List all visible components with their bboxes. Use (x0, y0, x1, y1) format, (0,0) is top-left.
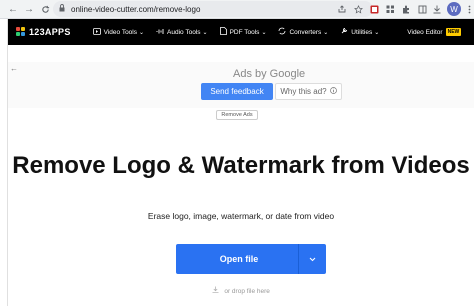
nav-audio-tools[interactable]: Audio Tools ⌄ (156, 28, 208, 37)
reload-icon[interactable] (38, 2, 52, 16)
app-navbar: 123APPS Video Tools ⌄ Audio Tools ⌄ PDF … (8, 19, 474, 45)
send-feedback-button[interactable]: Send feedback (201, 83, 273, 100)
nav-audio-tools-label: Audio Tools (167, 28, 201, 36)
app-logo-icon (16, 27, 26, 37)
back-icon[interactable]: ← (6, 2, 20, 16)
extension-grid-icon[interactable] (384, 3, 396, 15)
profile-avatar[interactable]: W (447, 2, 461, 16)
new-badge: NEW (445, 28, 462, 36)
nav-video-editor-label: Video Editor (407, 28, 443, 36)
bookmark-star-icon[interactable] (352, 3, 364, 15)
extension-red-icon[interactable] (368, 3, 380, 15)
chevron-down-icon: ⌄ (139, 29, 145, 36)
drop-hint-text: or drop file here (224, 288, 270, 295)
ads-by-google: Ads by Google (233, 68, 306, 80)
pdf-icon (219, 27, 227, 37)
nav-video-tools[interactable]: Video Tools ⌄ (92, 27, 145, 37)
url-text: online-video-cutter.com/remove-logo (71, 4, 201, 14)
nav-video-editor[interactable]: Video Editor NEW (407, 28, 462, 36)
download-icon[interactable] (431, 3, 443, 15)
forward-icon[interactable]: → (22, 2, 36, 16)
browser-toolbar: ← → online-video-cutter.com/remove-logo … (0, 0, 474, 19)
nav-utilities-label: Utilities (351, 28, 373, 36)
converters-icon (278, 27, 286, 37)
nav-converters-label: Converters (289, 28, 322, 36)
open-file-label: Open file (219, 254, 259, 264)
audio-icon (156, 28, 164, 37)
nav-pdf-tools-label: PDF Tools (229, 28, 260, 36)
info-icon (329, 87, 337, 96)
open-file-dropdown-icon[interactable] (299, 255, 326, 264)
nav-video-tools-label: Video Tools (103, 28, 137, 36)
window-left-edge (0, 19, 8, 306)
nav-converters[interactable]: Converters ⌄ (278, 27, 328, 37)
why-this-ad-label: Why this ad? (280, 87, 327, 96)
app-logo[interactable]: 123APPS (16, 27, 71, 37)
reading-list-icon[interactable] (416, 3, 428, 15)
nav-pdf-tools[interactable]: PDF Tools ⌄ (219, 27, 267, 37)
lock-icon (59, 4, 67, 14)
video-icon (92, 27, 101, 37)
extensions-puzzle-icon[interactable] (400, 3, 412, 15)
page-subtitle: Erase logo, image, watermark, or date fr… (147, 211, 335, 221)
more-menu-icon[interactable] (463, 3, 474, 15)
app-logo-text: 123APPS (29, 27, 71, 37)
chevron-down-icon: ⌄ (374, 29, 380, 36)
nav-utilities[interactable]: Utilities ⌄ (340, 27, 379, 37)
remove-ads-button[interactable]: Remove Ads (216, 110, 258, 120)
chevron-down-icon: ⌄ (261, 29, 267, 36)
ad-back-arrow-icon[interactable]: ← (10, 64, 18, 73)
drop-zone-hint: or drop file here (8, 286, 474, 295)
ad-banner: ← Ads by Google Send feedback Why this a… (8, 62, 474, 108)
why-this-ad-button[interactable]: Why this ad? (275, 83, 342, 100)
address-bar[interactable]: online-video-cutter.com/remove-logo (53, 1, 373, 17)
utilities-icon (340, 27, 348, 37)
open-file-button[interactable]: Open file (176, 244, 326, 274)
share-icon[interactable] (336, 3, 348, 15)
chevron-down-icon: ⌄ (323, 29, 329, 36)
chevron-down-icon: ⌄ (202, 29, 208, 36)
page-title: Remove Logo & Watermark from Videos (12, 152, 470, 179)
upload-icon (212, 286, 221, 295)
